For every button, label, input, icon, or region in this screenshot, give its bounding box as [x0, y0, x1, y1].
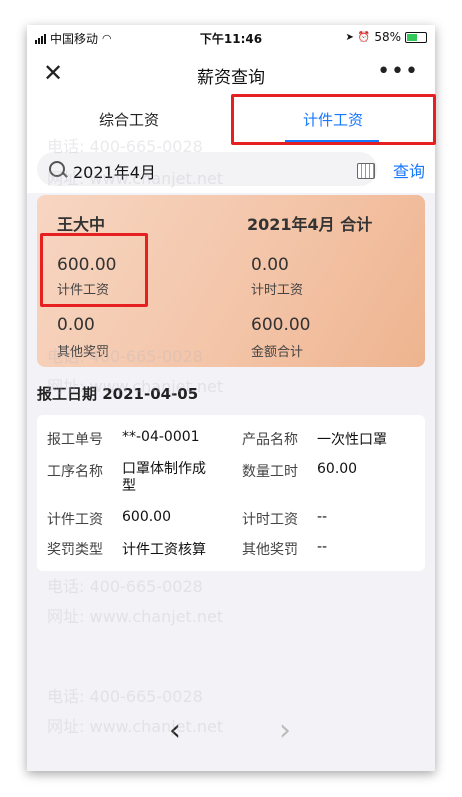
- other-bonus-label: 其他奖罚: [57, 345, 110, 360]
- field-label: 数量工时: [242, 464, 298, 480]
- field-label: 其他奖罚: [242, 542, 298, 558]
- battery-percent: 58%: [374, 30, 401, 44]
- search-icon: [49, 161, 65, 177]
- location-icon: ➤: [345, 31, 354, 43]
- field-label: 报工单号: [47, 432, 103, 448]
- field-value: --: [317, 539, 328, 555]
- field-label: 计时工资: [242, 512, 298, 528]
- search-row: 2021年4月 查询: [27, 145, 435, 193]
- total-label: 金额合计: [251, 345, 304, 360]
- field-label: 计件工资: [47, 512, 103, 528]
- field-value: 计件工资核算: [122, 542, 206, 558]
- field-value: --: [317, 509, 328, 525]
- timed-label: 计时工资: [251, 283, 304, 298]
- other-bonus-amount: 0.00: [57, 315, 95, 335]
- highlight-box-piecework: [40, 233, 148, 307]
- next-page-icon[interactable]: ›: [279, 713, 291, 748]
- more-icon[interactable]: •••: [377, 59, 419, 84]
- prev-page-icon[interactable]: ‹: [169, 713, 181, 748]
- total-amount: 600.00: [251, 315, 311, 335]
- field-value: 60.00: [317, 461, 358, 477]
- field-value: 一次性口罩: [317, 432, 387, 448]
- month-total-label: 2021年4月 合计: [247, 215, 373, 234]
- report-date: 报工日期 2021-04-05: [37, 385, 199, 403]
- timed-amount: 0.00: [251, 255, 289, 275]
- alarm-icon: ⏰: [357, 31, 371, 43]
- nav-bar: ✕ 薪资查询 •••: [27, 51, 435, 95]
- watermark-text: 网址: www.chanjet.net: [47, 607, 224, 626]
- search-value: 2021年4月: [73, 163, 156, 182]
- field-value: 口罩体制作成型: [122, 461, 206, 494]
- pager-bar: ‹ ›: [27, 705, 435, 771]
- calendar-icon[interactable]: [357, 163, 375, 179]
- watermark-text: 电话: 400-665-0028: [47, 687, 203, 706]
- tab-overall-salary[interactable]: 综合工资: [27, 109, 231, 130]
- date-search-input[interactable]: 2021年4月: [37, 152, 377, 186]
- watermark-text: 电话: 400-665-0028: [47, 577, 203, 596]
- field-value: 600.00: [122, 509, 171, 525]
- highlight-box-tab: [231, 94, 436, 145]
- battery-icon: [405, 31, 427, 43]
- field-label: 奖罚类型: [47, 542, 103, 558]
- query-button[interactable]: 查询: [393, 158, 425, 182]
- page-title: 薪资查询: [197, 68, 265, 88]
- field-label: 产品名称: [242, 432, 298, 448]
- field-label: 工序名称: [47, 464, 103, 480]
- employee-name: 王大中: [57, 215, 106, 234]
- status-bar: 中国移动 ◠ 下午11:46 ➤ ⏰ 58%: [27, 25, 435, 51]
- report-detail-card: 报工单号 **-04-0001 产品名称 一次性口罩 工序名称 口罩体制作成型 …: [37, 415, 425, 571]
- field-value: **-04-0001: [122, 429, 200, 445]
